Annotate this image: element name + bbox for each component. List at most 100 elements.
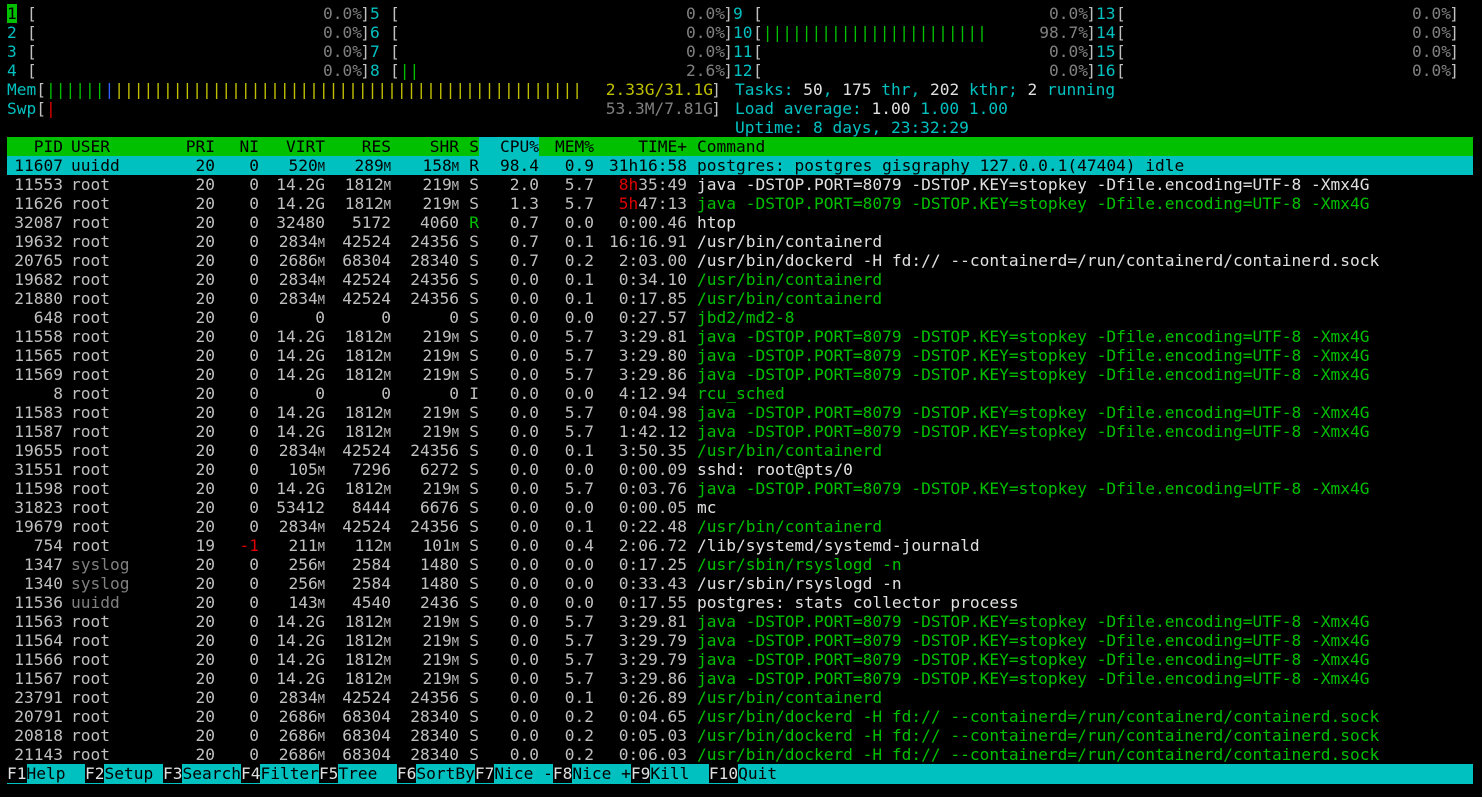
fkey-label[interactable]: Search bbox=[182, 764, 240, 783]
column-header-cpu[interactable]: CPU% bbox=[479, 137, 539, 156]
column-header-pri[interactable]: PRI bbox=[163, 137, 215, 156]
cpu-percent: 0.0% bbox=[1049, 42, 1088, 61]
cpu-number: 10 bbox=[733, 23, 753, 42]
column-header-pid[interactable]: PID bbox=[7, 137, 63, 156]
fkey-label[interactable]: Filter bbox=[260, 764, 318, 783]
table-row[interactable]: 11563 root 20 0 14.2G 1812M 219M S 0.0 5.7 3:29.81… bbox=[7, 612, 1473, 631]
cell-shr: 219M bbox=[422, 612, 459, 631]
fkey-f4[interactable]: F4 bbox=[240, 764, 261, 783]
cpu-meter-row: 2[0.0%] 6[0.0%] 10[|||||||||||||||||||||||… bbox=[7, 23, 1473, 42]
column-header-shr[interactable]: SHR bbox=[391, 137, 459, 156]
fkey-f8[interactable]: F8 bbox=[552, 764, 573, 783]
fkey-label[interactable]: Kill bbox=[650, 764, 708, 783]
table-row[interactable]: 754 root 19 -1 211M 112M 101M S 0.0 0.4 2:06.72/li… bbox=[7, 536, 1473, 555]
cell-user: root bbox=[71, 213, 110, 232]
table-row[interactable]: 1347 syslog 20 0 256M 2584 1480 S 0.0 0.0 0:17.25 /… bbox=[7, 555, 1473, 574]
cell-s: S bbox=[469, 365, 479, 384]
cell-virt: 256M bbox=[288, 555, 325, 574]
table-row[interactable]: 11536 uuidd 20 0 143M 4540 2436 S 0.0 0.0 0:17.55 p… bbox=[7, 593, 1473, 612]
cell-pid: 11569 bbox=[14, 365, 63, 384]
cpu-number: 1 bbox=[7, 4, 17, 23]
cell-cmd: java -DSTOP.PORT=8079 -DSTOP.KEY=stopkey… bbox=[697, 669, 1370, 688]
table-row[interactable]: 11583 root 20 0 14.2G 1812M 219M S 0.0 5.7 0:04.98… bbox=[7, 403, 1473, 422]
table-row[interactable]: 21880 root 20 0 2834M 42524 24356 S 0.0 0.1 0:17.8… bbox=[7, 289, 1473, 308]
fkey-label[interactable]: Setup bbox=[104, 764, 162, 783]
table-row[interactable]: 11558 root 20 0 14.2G 1812M 219M S 0.0 5.7 3:29.81… bbox=[7, 327, 1473, 346]
fkey-label[interactable]: Tree bbox=[338, 764, 396, 783]
table-row[interactable]: 19655 root 20 0 2834M 42524 24356 S 0.0 0.1 3:50.3… bbox=[7, 441, 1473, 460]
fkey-f6[interactable]: F6 bbox=[396, 764, 417, 783]
table-row[interactable]: 19632 root 20 0 2834M 42524 24356 S 0.7 0.1 16:16.… bbox=[7, 232, 1473, 251]
fkey-f10[interactable]: F10 bbox=[708, 764, 739, 783]
table-row[interactable]: 1340 syslog 20 0 256M 2584 1480 S 0.0 0.0 0:33.43 /… bbox=[7, 574, 1473, 593]
column-header-res[interactable]: RES bbox=[325, 137, 391, 156]
cell-shr: 219M bbox=[422, 650, 459, 669]
cell-virt: 14.2G bbox=[276, 194, 325, 213]
table-row[interactable]: 20791 root 20 0 2686M 68304 28340 S 0.0 0.2 0:04.6… bbox=[7, 707, 1473, 726]
table-row[interactable]: 11566 root 20 0 14.2G 1812M 219M S 0.0 5.7 3:29.79… bbox=[7, 650, 1473, 669]
fkey-label[interactable]: Nice - bbox=[494, 764, 552, 783]
table-row[interactable]: 11564 root 20 0 14.2G 1812M 219M S 0.0 5.7 3:29.79… bbox=[7, 631, 1473, 650]
column-header-user[interactable]: USER bbox=[63, 137, 163, 156]
table-row[interactable]: 11626 root 20 0 14.2G 1812M 219M S 1.3 5.7 5h47:13… bbox=[7, 194, 1473, 213]
cell-virt: 14.2G bbox=[276, 346, 325, 365]
cell-pri: 20 bbox=[195, 650, 216, 669]
table-row[interactable]: 31551 root 20 0 105M 7296 6272 S 0.0 0.0 0:00.09 ss… bbox=[7, 460, 1473, 479]
table-row[interactable]: 11565 root 20 0 14.2G 1812M 219M S 0.0 5.7 3:29.80… bbox=[7, 346, 1473, 365]
fkey-f9[interactable]: F9 bbox=[630, 764, 651, 783]
fkey-f2[interactable]: F2 bbox=[84, 764, 105, 783]
table-row[interactable]: 8 root 20 0 0 0 0 I 0.0 0.0 4:12.94 rcu_sched bbox=[7, 384, 1473, 403]
column-header-mem[interactable]: MEM% bbox=[539, 137, 594, 156]
cell-pid: 21880 bbox=[14, 289, 63, 308]
fkey-label[interactable]: Nice + bbox=[572, 764, 630, 783]
cell-pid: 11583 bbox=[14, 403, 63, 422]
table-row[interactable]: 11587 root 20 0 14.2G 1812M 219M S 0.0 5.7 1:42.12… bbox=[7, 422, 1473, 441]
fkey-f3[interactable]: F3 bbox=[162, 764, 183, 783]
table-row[interactable]: 32087 root 20 0 32480 5172 4060 R 0.7 0.0 0:00.46 h… bbox=[7, 213, 1473, 232]
cell-ni: 0 bbox=[249, 384, 259, 403]
column-header-ni[interactable]: NI bbox=[215, 137, 260, 156]
cell-shr: 24356 bbox=[410, 688, 459, 707]
table-row[interactable]: 11569 root 20 0 14.2G 1812M 219M S 0.0 5.7 3:29.86… bbox=[7, 365, 1473, 384]
table-row[interactable]: 19682 root 20 0 2834M 42524 24356 S 0.0 0.1 0:34.1… bbox=[7, 270, 1473, 289]
cell-user: root bbox=[71, 460, 110, 479]
bracket-left: [ bbox=[1116, 61, 1126, 80]
fkey-f1[interactable]: F1 bbox=[7, 764, 27, 783]
cell-cmd: java -DSTOP.PORT=8079 -DSTOP.KEY=stopkey… bbox=[697, 422, 1370, 441]
fkey-label[interactable]: Quit bbox=[738, 764, 777, 783]
cell-time: 0:26.89 bbox=[618, 688, 687, 707]
cell-user: syslog bbox=[71, 555, 130, 574]
cell-time: 0:17.25 bbox=[618, 555, 687, 574]
table-row[interactable]: 20818 root 20 0 2686M 68304 28340 S 0.0 0.2 0:05.0… bbox=[7, 726, 1473, 745]
table-row[interactable]: 21143 root 20 0 2686M 68304 28340 S 0.0 0.2 0:06.0… bbox=[7, 745, 1473, 764]
fkey-label[interactable]: SortBy bbox=[416, 764, 474, 783]
fkey-label[interactable]: Help bbox=[27, 764, 85, 783]
cpu-meter-row: 3[0.0%] 7[0.0%] 11[0.0%] 15[0.0%] bbox=[7, 42, 1473, 61]
table-row[interactable]: 11567 root 20 0 14.2G 1812M 219M S 0.0 5.7 3:29.86… bbox=[7, 669, 1473, 688]
fkey-f7[interactable]: F7 bbox=[474, 764, 495, 783]
cpu-bar: || bbox=[399, 61, 420, 80]
column-header-virt[interactable]: VIRT bbox=[259, 137, 325, 156]
table-row[interactable]: 20765 root 20 0 2686M 68304 28340 S 0.7 0.2 2:03.0… bbox=[7, 251, 1473, 270]
table-row[interactable]: 23791 root 20 0 2834M 42524 24356 S 0.0 0.1 0:26.8… bbox=[7, 688, 1473, 707]
cell-pid: 19679 bbox=[14, 517, 63, 536]
cell-ni: 0 bbox=[249, 403, 259, 422]
fkey-f5[interactable]: F5 bbox=[318, 764, 339, 783]
column-header-time[interactable]: TIME+ bbox=[594, 137, 687, 156]
bracket-right: ] bbox=[1086, 4, 1096, 23]
cell-time: 0:04.98 bbox=[618, 403, 687, 422]
bracket-left: [ bbox=[753, 42, 763, 61]
cpu-number: 7 bbox=[370, 42, 380, 61]
table-row[interactable]: 31823 root 20 0 53412 8444 6676 S 0.0 0.0 0:00.05 m… bbox=[7, 498, 1473, 517]
column-header-s[interactable]: S bbox=[459, 137, 479, 156]
table-row[interactable]: 19679 root 20 0 2834M 42524 24356 S 0.0 0.1 0:22.4… bbox=[7, 517, 1473, 536]
table-row[interactable]: 11553 root 20 0 14.2G 1812M 219M S 2.0 5.7 8h35:49… bbox=[7, 175, 1473, 194]
table-row[interactable]: 648 root 20 0 0 0 0 S 0.0 0.0 0:27.57 jbd2/md2-8 bbox=[7, 308, 1473, 327]
table-row[interactable]: 11598 root 20 0 14.2G 1812M 219M S 0.0 5.7 0:03.76… bbox=[7, 479, 1473, 498]
cell-virt: 14.2G bbox=[276, 669, 325, 688]
column-header-cmd[interactable]: Command bbox=[687, 137, 1457, 156]
table-row[interactable]: 11607 uuidd 20 0 520M 289M 158M R 98.4 0.9 31h16:5… bbox=[7, 156, 1473, 175]
uptime-row: Uptime: 8 days, 23:32:29 bbox=[7, 118, 1473, 137]
cell-res: 1812M bbox=[344, 365, 391, 384]
cell-pri: 20 bbox=[195, 308, 216, 327]
